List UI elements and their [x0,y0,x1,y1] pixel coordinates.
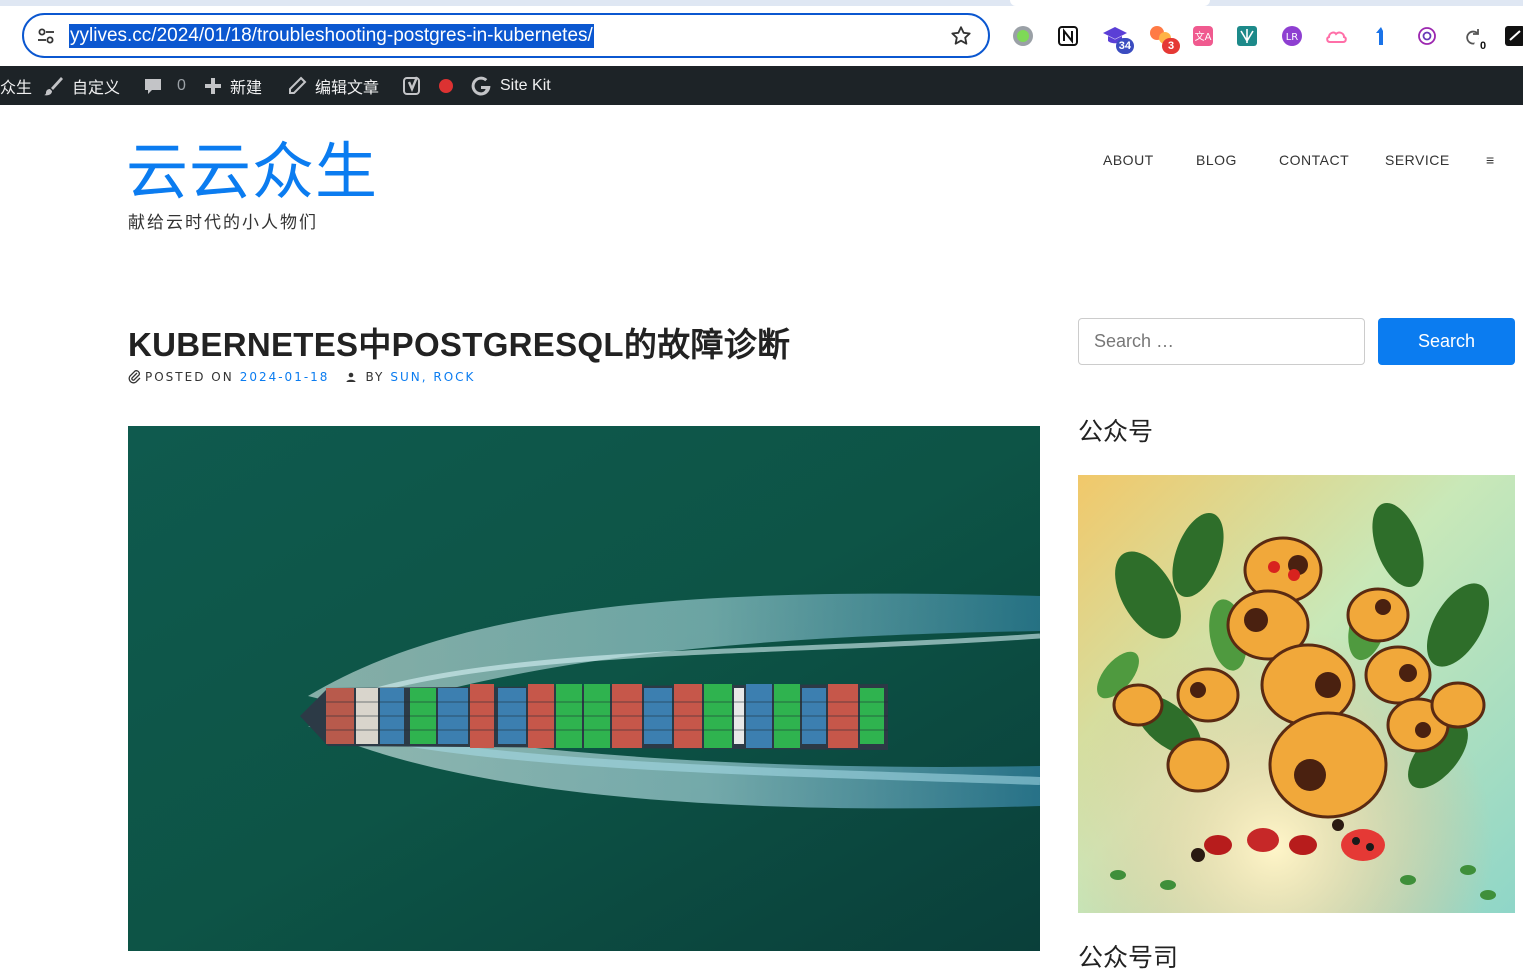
url-text[interactable]: yylives.cc/2024/01/18/troubleshooting-po… [69,24,594,48]
notion-extension-icon[interactable] [1053,20,1083,52]
edit-post-label: 编辑文章 [315,79,380,97]
new-label: 新建 [230,79,263,97]
paintbrush-icon [44,76,63,95]
admin-bar-site-kit[interactable]: Site Kit [470,66,551,105]
tab-strip [0,0,1523,6]
browser-toolbar: yylives.cc/2024/01/18/troubleshooting-po… [0,0,1523,66]
pencil-icon [289,76,307,94]
extension-badge: 34 [1115,38,1134,54]
post-title: KUBERNETES中POSTGRESQL的故障诊断 [128,326,791,363]
comments-count: 0 [177,76,186,94]
widget-title-wechat: 公众号 [1078,417,1154,446]
yoast-icon [403,76,420,95]
admin-bar-site-name[interactable]: 众生 [0,66,32,105]
tune-icon[interactable] [36,26,56,46]
nav-item-about[interactable]: ABOUT [1103,152,1154,168]
nav-item-service[interactable]: SERVICE [1385,152,1450,168]
search-button[interactable]: Search [1378,318,1515,365]
post-author-link[interactable]: SUN, ROCK [390,370,475,384]
dark-extension-icon[interactable] [1500,20,1523,52]
paperclip-icon [128,370,141,384]
menu-toggle-icon[interactable]: ≡ [1486,152,1495,168]
post-date-link[interactable]: 2024-01-18 [240,370,330,384]
featured-image [128,426,1040,951]
site-name-label: 众生 [0,79,33,97]
admin-bar-edit-post[interactable]: 编辑文章 [287,66,379,105]
teal-logo-extension-icon[interactable] [1232,20,1262,52]
site-description: 献给云时代的小人物们 [128,213,318,233]
wp-admin-bar: 众生 自定义 0 新建 编辑文章 Site Kit [0,66,1523,105]
svg-text:LR: LR [1286,32,1299,43]
site-title[interactable]: 云云众生 [126,135,378,209]
translate-extension-icon[interactable]: 文A [1188,20,1218,52]
admin-bar-yoast[interactable] [403,66,454,105]
by-label: BY [365,370,385,384]
star-icon[interactable] [949,24,973,48]
customize-label: 自定义 [72,79,121,97]
nav-item-contact[interactable]: CONTACT [1279,152,1349,168]
pink-cloud-extension-icon[interactable] [1322,20,1352,52]
comment-icon [145,78,161,94]
blue-arrow-extension-icon[interactable] [1366,20,1396,52]
openai-extension-icon[interactable] [1412,20,1442,52]
orange-bubbles-extension-icon[interactable]: 3 [1146,20,1180,54]
admin-bar-new[interactable]: 新建 [204,66,262,105]
post-meta: POSTED ON 2024-01-18 BY SUN, ROCK [128,370,475,384]
admin-bar-customize[interactable]: 自定义 [42,66,120,105]
address-bar[interactable]: yylives.cc/2024/01/18/troubleshooting-po… [22,13,990,58]
next-widget-title: 公众号司 [1078,943,1179,972]
graduation-cap-extension-icon[interactable]: 34 [1100,20,1134,54]
seo-status-dot-icon [439,78,453,93]
nav-item-blog[interactable]: BLOG [1196,152,1237,168]
search-input[interactable] [1078,318,1365,365]
extension-badge: 3 [1162,38,1180,54]
admin-bar-comments[interactable]: 0 [143,66,186,105]
google-g-icon [471,76,491,95]
refresh-counter-extension-icon[interactable]: 0 [1458,20,1492,54]
extension-badge: 0 [1474,38,1492,54]
site-kit-label: Site Kit [500,76,551,94]
svg-text:文A: 文A [1195,30,1212,43]
plus-icon [205,77,221,94]
user-icon [346,372,356,382]
wechat-qr-image [1078,475,1515,913]
green-circle-extension-icon[interactable] [1008,20,1038,52]
purple-logo-extension-icon[interactable]: LR [1277,20,1307,52]
posted-on-label: POSTED ON [145,370,234,384]
